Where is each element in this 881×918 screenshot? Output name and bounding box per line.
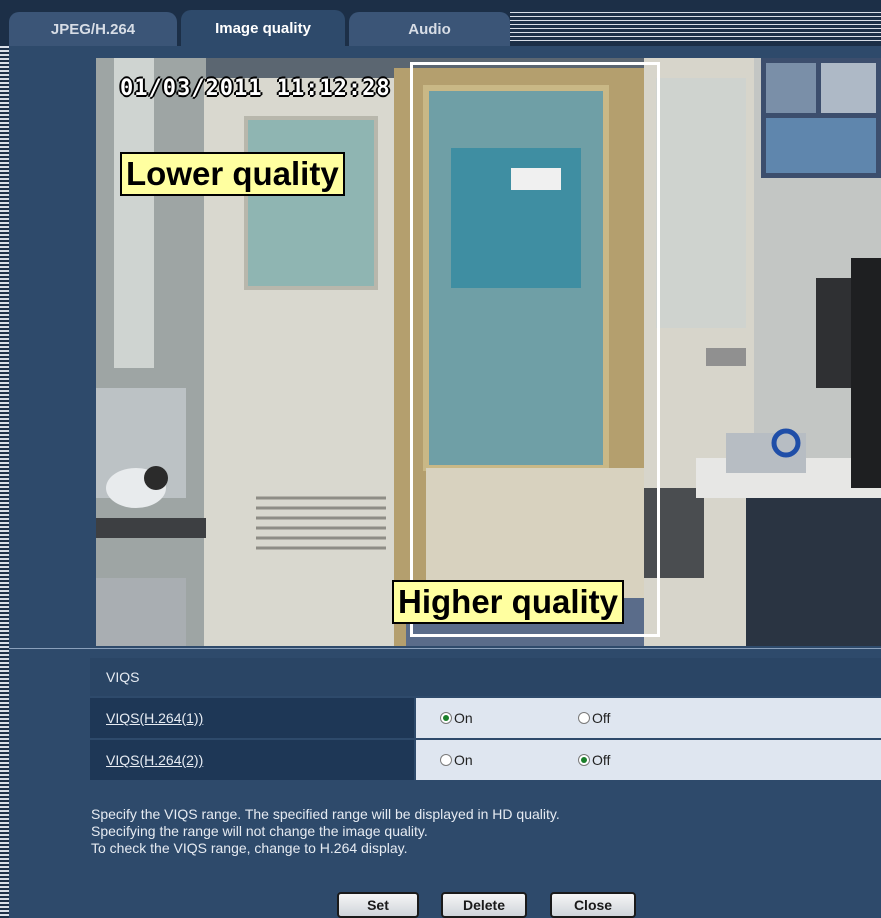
camera-image[interactable]: 01/03/2011 11:12:28 Lower quality Higher… — [96, 58, 881, 646]
help-line: Specifying the range will not change the… — [91, 823, 428, 839]
radio-on[interactable] — [440, 754, 452, 766]
radio-off-checked[interactable] — [578, 754, 590, 766]
camera-timestamp: 01/03/2011 11:12:28 — [120, 76, 391, 101]
viqs-range-box[interactable] — [410, 62, 660, 637]
viqs-row-h264-2: VIQS(H.264(2)) On Off — [90, 740, 881, 780]
viqs-header: VIQS — [90, 658, 881, 696]
radio-on-label: On — [454, 710, 473, 726]
viqs-h264-1-off-option[interactable]: Off — [578, 710, 610, 726]
section-divider — [9, 648, 881, 649]
lower-quality-label: Lower quality — [120, 152, 345, 196]
help-line: To check the VIQS range, change to H.264… — [91, 840, 408, 856]
viqs-h264-2-label[interactable]: VIQS(H.264(2)) — [90, 740, 414, 780]
tab-audio[interactable]: Audio — [349, 12, 510, 46]
help-text: Specify the VIQS range. The specified ra… — [91, 806, 560, 857]
set-button[interactable]: Set — [337, 892, 419, 918]
tab-image-quality[interactable]: Image quality — [181, 10, 345, 46]
viqs-h264-1-options: On Off — [416, 698, 881, 738]
help-line: Specify the VIQS range. The specified ra… — [91, 806, 560, 822]
left-scale — [0, 46, 9, 918]
tab-jpeg-h264[interactable]: JPEG/H.264 — [9, 12, 177, 46]
radio-on-label: On — [454, 752, 473, 768]
viqs-h264-2-off-option[interactable]: Off — [578, 752, 610, 768]
viqs-row-h264-1: VIQS(H.264(1)) On Off — [90, 698, 881, 738]
higher-quality-label: Higher quality — [392, 580, 625, 624]
viqs-h264-1-label[interactable]: VIQS(H.264(1)) — [90, 698, 414, 738]
viqs-h264-2-on-option[interactable]: On — [440, 752, 473, 768]
radio-off[interactable] — [578, 712, 590, 724]
delete-button[interactable]: Delete — [441, 892, 527, 918]
close-button[interactable]: Close — [550, 892, 636, 918]
tab-bar-lines — [510, 12, 881, 44]
radio-off-label: Off — [592, 752, 611, 768]
viqs-table: VIQS VIQS(H.264(1)) On Off VIQS(H.264(2)… — [90, 658, 881, 780]
viqs-h264-1-on-option[interactable]: On — [440, 710, 473, 726]
radio-off-label: Off — [592, 710, 611, 726]
radio-on-checked[interactable] — [440, 712, 452, 724]
viqs-h264-2-options: On Off — [416, 740, 881, 780]
